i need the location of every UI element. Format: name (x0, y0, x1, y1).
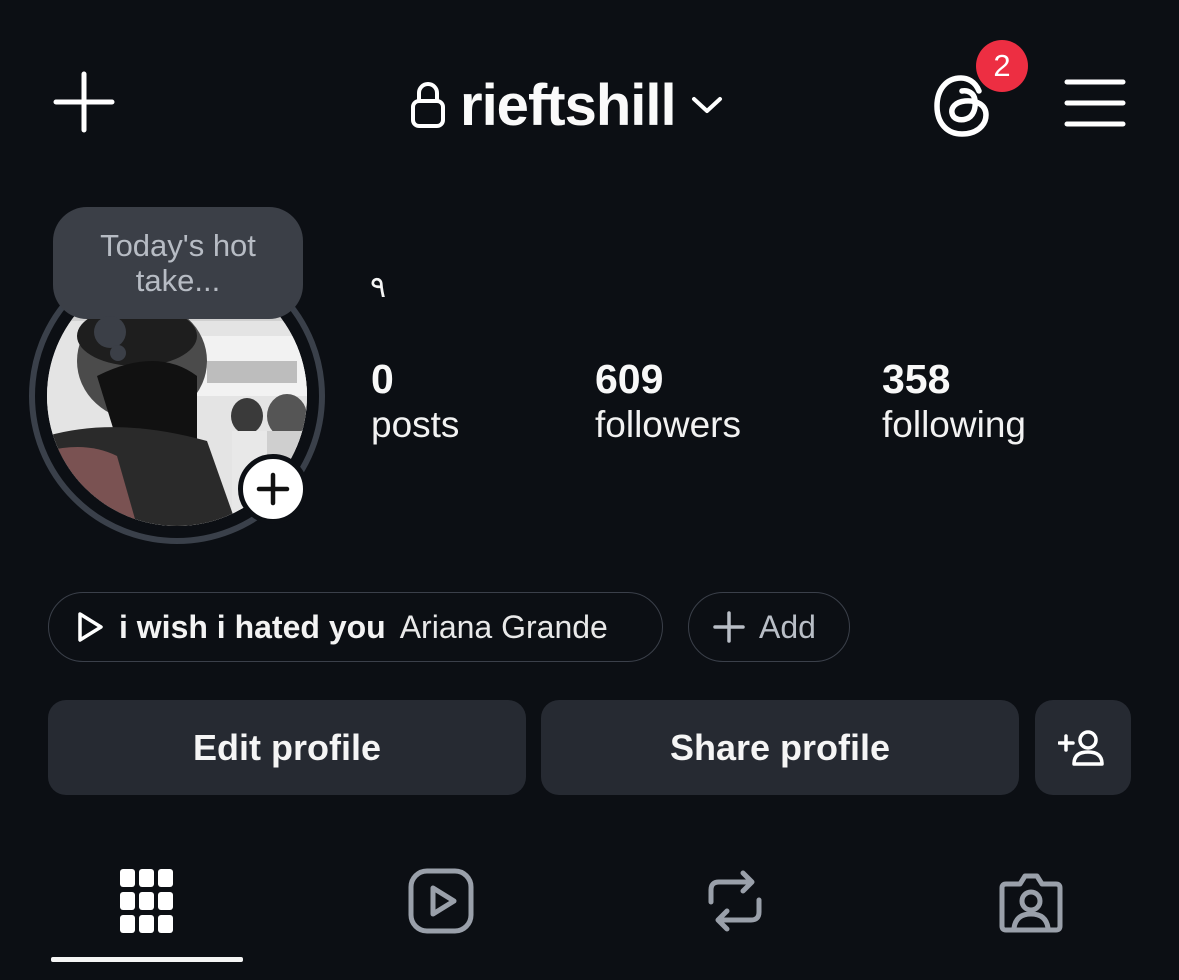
edit-profile-button[interactable]: Edit profile (48, 700, 526, 795)
followers-label: followers (595, 404, 741, 445)
menu-button[interactable] (1060, 74, 1130, 132)
following-label: following (882, 404, 1026, 445)
plus-icon (713, 611, 745, 643)
grid-icon (120, 869, 173, 933)
notification-badge: 2 (976, 40, 1028, 92)
add-label: Add (759, 608, 816, 645)
posts-count: 0 (371, 356, 394, 402)
song-title: i wish i hated you (119, 608, 386, 645)
create-button[interactable] (50, 68, 118, 136)
followers-count: 609 (595, 356, 664, 402)
profile-music-pill[interactable]: i wish i hated you Ariana Grande (48, 592, 663, 662)
share-profile-label: Share profile (669, 726, 891, 768)
tagged-icon (999, 873, 1063, 933)
tab-tagged[interactable] (981, 856, 1081, 946)
tab-reposts[interactable] (685, 856, 785, 946)
share-profile-button[interactable]: Share profile (541, 700, 1019, 795)
username: rieftshill (460, 72, 677, 138)
reposts-icon (708, 870, 762, 932)
play-icon (78, 612, 103, 642)
discover-people-button[interactable] (1035, 700, 1131, 795)
posts-label: posts (371, 404, 460, 445)
hamburger-menu-icon (1064, 79, 1126, 127)
add-story-button[interactable] (238, 454, 308, 524)
plus-icon (256, 472, 290, 506)
account-switcher[interactable]: rieftshill (410, 70, 724, 140)
note-tail (94, 316, 126, 348)
note-bubble[interactable]: Today's hot take... (53, 207, 303, 319)
tab-reels[interactable] (391, 856, 491, 946)
note-text: Today's hot take... (100, 228, 256, 298)
display-name: ٩ (370, 271, 387, 304)
plus-icon (53, 71, 115, 133)
note-tail-small (110, 345, 126, 361)
active-tab-indicator (51, 957, 243, 962)
edit-profile-label: Edit profile (193, 726, 381, 768)
following-count: 358 (882, 356, 951, 402)
following-stat[interactable]: 358 following (882, 356, 1026, 448)
song-artist: Ariana Grande (399, 608, 608, 645)
posts-stat[interactable]: 0 posts (371, 356, 459, 448)
add-link-button[interactable]: Add (688, 592, 850, 662)
add-person-icon (1058, 729, 1104, 766)
followers-stat[interactable]: 609 followers (595, 356, 741, 448)
reels-icon (408, 868, 474, 934)
lock-icon (411, 82, 445, 128)
chevron-down-icon (691, 97, 722, 113)
tab-grid[interactable] (97, 856, 197, 946)
